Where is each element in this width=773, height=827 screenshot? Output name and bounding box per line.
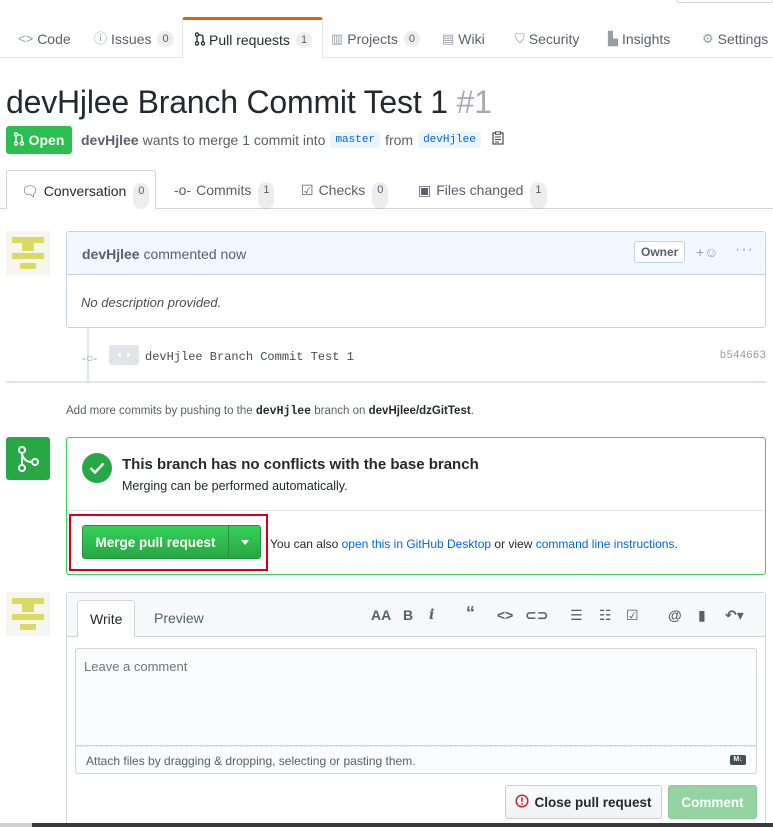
commit-avatar[interactable]: ◐◑ [109,345,139,365]
pr-tabs: 🗨 Conversation 0 -o- Commits 1 ☑ Checks … [0,170,773,210]
commit-sha[interactable]: b544663 [720,350,766,362]
task-list-icon[interactable]: ☑ [626,607,639,624]
reply-icon[interactable]: ↶▾ [725,607,744,624]
avatar[interactable] [6,592,50,636]
tab-files-changed[interactable]: ▣ Files changed 1 [404,170,561,209]
repo-tab-settings[interactable]: ⚙ Settings [702,20,768,58]
owner-badge: Owner [634,241,686,263]
pr-title: devHjlee Branch Commit Test 1 [6,84,448,120]
repo-tab-issues[interactable]: ⓘ Issues 0 [94,20,174,58]
pull-request-icon [13,131,24,149]
avatar[interactable] [6,231,50,275]
code-icon: <> [18,31,34,46]
issues-counter: 0 [157,31,174,47]
attach-files-area[interactable]: Attach files by dragging & dropping, sel… [75,746,757,774]
add-reaction-icon[interactable]: +☺ [696,244,718,260]
tab-commits[interactable]: -o- Commits 1 [160,170,288,209]
pr-number: #1 [456,84,492,120]
bottom-bar [0,823,773,827]
tab-preview[interactable]: Preview [142,600,216,637]
comment-toolbar: Write Preview AA B i “ <> ⊂⊃ ☰ ☷ ☑ @ ▮ ↶… [67,593,765,638]
page-title: devHjlee Branch Commit Test 1 #1 [6,84,492,121]
merge-icon [6,437,50,480]
tab-write[interactable]: Write [77,600,136,638]
close-pull-request-button[interactable]: Close pull request [505,785,662,819]
italic-icon[interactable]: i [429,607,434,623]
comment-timestamp: commented now [143,246,247,262]
bold-icon[interactable]: B [403,607,413,623]
comment-button[interactable]: Comment [668,785,757,819]
repo-tab-security[interactable]: ⛉ Security [515,20,579,58]
project-icon: ▥ [331,31,344,46]
numbered-list-icon[interactable]: ☷ [599,607,612,624]
check-icon [82,453,112,483]
pull-request-icon [194,32,206,50]
markdown-icon[interactable]: M↓ [730,755,746,765]
gear-icon: ⚙ [702,31,714,46]
repo-tab-wiki[interactable]: ▤ Wiki [442,20,485,58]
comment-body: No description provided. [81,295,222,310]
merge-method-dropdown[interactable] [228,525,261,559]
comment-icon: 🗨 [21,183,39,199]
commit-icon: -○- [82,351,98,365]
book-icon: ▤ [442,31,455,46]
timeline-separator [6,381,766,383]
merge-pull-request-button[interactable]: Merge pull request [82,525,229,559]
checklist-icon: ☑ [301,182,314,198]
pr-author-link[interactable]: devHjlee [81,132,139,148]
repo-tab-pull-requests[interactable]: Pull requests 1 [182,17,324,59]
comment-textarea[interactable] [75,648,757,746]
tab-conversation[interactable]: 🗨 Conversation 0 [6,170,156,210]
projects-counter: 0 [403,31,420,47]
code-icon[interactable]: <> [497,607,513,623]
repo-tab-projects[interactable]: ▥ Projects 0 [331,20,420,58]
link-icon[interactable]: ⊂⊃ [525,607,548,624]
push-repo: devHjlee/dzGitTest [368,405,471,417]
file-diff-icon: ▣ [418,182,432,198]
mention-icon[interactable]: @ [668,607,682,623]
triangle-down-icon [240,539,249,545]
base-branch[interactable]: master [330,131,381,148]
issue-icon: ⓘ [94,31,108,46]
open-desktop-link[interactable]: open this in GitHub Desktop [342,537,491,551]
pull-requests-counter: 1 [295,32,313,48]
merge-status-title: This branch has no conflicts with the ba… [122,456,479,473]
commit-row: -○- ◐◑ devHjlee Branch Commit Test 1 b54… [80,343,766,371]
repo-tab-code[interactable]: <> Code [18,20,71,58]
repo-nav: <> Code ⓘ Issues 0 Pull requests 1 ▥ Pro… [0,0,773,59]
top-strip [676,0,773,3]
bulleted-list-icon[interactable]: ☰ [570,607,583,624]
shield-icon: ⛉ [515,31,525,46]
merge-alternatives: You can also open this in GitHub Desktop… [270,537,678,551]
pr-meta: devHjlee wants to merge 1 commit into ma… [81,131,504,148]
bookmark-icon[interactable]: ▮ [698,607,706,624]
cli-instructions-link[interactable]: command line instructions [536,537,675,551]
more-options-icon[interactable]: ··· [735,241,754,259]
commit-message[interactable]: devHjlee Branch Commit Test 1 [145,350,354,364]
comment-box: devHjlee commented now Owner +☺ ··· No d… [66,231,766,328]
commit-icon: -o- [174,182,192,198]
quote-icon[interactable]: “ [466,603,475,624]
comment-author-link[interactable]: devHjlee [82,246,140,262]
repo-tab-insights[interactable]: ▙ Insights [608,20,670,58]
state-badge: Open [6,126,72,154]
push-note: Add more commits by pushing to the devHj… [66,405,474,418]
merge-status-subtitle: Merging can be performed automatically. [122,479,348,493]
merge-divider [67,510,765,511]
issue-closed-icon [515,793,530,811]
push-branch: devHjlee [255,405,312,418]
graph-icon: ▙ [608,31,618,46]
text-size-icon[interactable]: AA [371,607,391,623]
clipboard-icon[interactable] [492,131,504,148]
head-branch[interactable]: devHjlee [418,131,481,148]
tab-checks[interactable]: ☑ Checks 0 [287,170,402,209]
comment-header: devHjlee commented now Owner +☺ ··· [67,232,765,275]
